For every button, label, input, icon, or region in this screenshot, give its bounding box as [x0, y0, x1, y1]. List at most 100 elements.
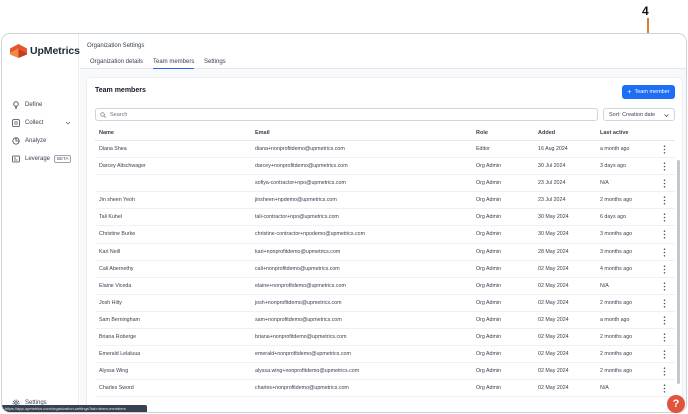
tab-settings[interactable]: Settings	[204, 59, 226, 69]
member-last-active: 4 months ago	[600, 265, 633, 272]
kebab-menu-icon[interactable]	[663, 179, 666, 188]
member-added: 02 May 2024	[538, 351, 569, 358]
sidebar-item-leverage[interactable]: Leverage BETA	[11, 152, 73, 166]
member-added: 02 May 2024	[538, 385, 569, 392]
scrollbar[interactable]	[677, 160, 680, 384]
sidebar-item-label: Collect	[25, 120, 44, 126]
member-added: 16 Aug 2024	[538, 146, 568, 152]
kebab-menu-icon[interactable]	[663, 213, 666, 222]
sidebar-item-label: Define	[25, 102, 43, 108]
member-added: 02 May 2024	[538, 334, 569, 341]
member-added: 30 Jul 2024	[538, 163, 566, 170]
member-role: Org Admin	[476, 282, 502, 289]
table-row[interactable]: Charles Sword charles+nonprofitdemo@upmet…	[95, 380, 675, 398]
member-last-active: N/A	[600, 282, 609, 289]
sidebar-item-define[interactable]: Define	[11, 98, 73, 112]
table-row[interactable]: Jin sheen Yeoh jinsheen+npdemo@upmetrics.…	[95, 192, 675, 210]
chevron-down-icon[interactable]	[65, 120, 71, 126]
table-row[interactable]: Tali Kuhel tali-contractor+npo@upmetrics.…	[95, 209, 675, 227]
team-members-card: Team members + Team member Sort: Creatio…	[86, 77, 683, 412]
table-row[interactable]: Briana Roberge briana+nonprofitdemo@upmet…	[95, 329, 675, 347]
member-email: briana+nonprofitdemo@upmetrics.com	[255, 334, 347, 341]
member-email: diana+nonprofitdemo@upmetrics.com	[255, 146, 345, 152]
member-name: Kari Neill	[99, 248, 121, 255]
table-row[interactable]: Sam Berningham sam+nonprofitdemo@upmetric…	[95, 312, 675, 330]
member-role: Org Admin	[476, 385, 502, 392]
member-name: Elaine Viceda	[99, 282, 132, 289]
member-added: 02 May 2024	[538, 368, 569, 375]
search-input[interactable]	[110, 111, 590, 118]
kebab-menu-icon[interactable]	[663, 265, 666, 274]
kebab-menu-icon[interactable]	[663, 162, 666, 171]
table-header: Name Email Role Added Last active	[95, 126, 675, 141]
member-role: Org Admin	[476, 351, 502, 358]
member-added: 23 Jul 2024	[538, 197, 566, 204]
table-row[interactable]: Alyssa Wing alyssa.wing+nonprofitdemo@upm…	[95, 363, 675, 381]
table-row[interactable]: Kari Neill kari+nonprofitdemo@upmetrics.c…	[95, 244, 675, 261]
member-email: josh+nonprofitdemo@upmetrics.com	[255, 299, 342, 306]
kebab-menu-icon[interactable]	[663, 230, 666, 240]
member-name: Darcey Altschwager	[99, 163, 146, 170]
column-header-role[interactable]: Role	[476, 130, 488, 136]
member-email: kari+nonprofitdemo@upmetrics.com	[255, 248, 341, 255]
member-last-active: 3 months ago	[600, 231, 633, 238]
search-field[interactable]	[95, 108, 598, 121]
table-row[interactable]: Christine Burke christine-contractor+npod…	[95, 226, 675, 244]
table-row[interactable]: sofiya-contractor+npo@upmetrics.com Org A…	[95, 175, 675, 193]
sidebar-item-collect[interactable]: Collect	[11, 116, 73, 130]
team-members-table: Name Email Role Added Last active Diana …	[95, 126, 675, 398]
member-last-active: 2 months ago	[600, 334, 633, 341]
kebab-menu-icon[interactable]	[663, 333, 666, 342]
table-row[interactable]: Emerald Lelaluua emerald+nonprofitdemo@up…	[95, 346, 675, 364]
member-email: tali-contractor+npo@upmetrics.com	[255, 214, 339, 221]
collect-icon	[11, 119, 20, 128]
member-name: Tali Kuhel	[99, 214, 122, 221]
member-added: 30 May 2024	[538, 231, 569, 238]
kebab-menu-icon[interactable]	[663, 299, 666, 308]
member-name: Briana Roberge	[99, 334, 137, 341]
member-email: jinsheen+npdemo@upmetrics.com	[255, 197, 337, 204]
table-row[interactable]: Josh Hilty josh+nonprofitdemo@upmetrics.c…	[95, 295, 675, 312]
page-title: Organization Settings	[87, 43, 145, 49]
member-name: Josh Hilty	[99, 299, 122, 306]
main-content: Organization Settings Organization detai…	[80, 34, 686, 412]
member-email: charles+nonprofitdemo@upmetrics.com	[255, 385, 349, 392]
tab-organization-details[interactable]: Organization details	[90, 59, 143, 69]
kebab-menu-icon[interactable]	[663, 196, 666, 205]
member-last-active: 6 days ago	[600, 214, 626, 221]
member-role: Org Admin	[476, 163, 502, 170]
leverage-icon	[11, 155, 20, 164]
logo-text: UpMetrics	[30, 45, 80, 57]
column-header-added[interactable]: Added	[538, 130, 555, 136]
kebab-menu-icon[interactable]	[663, 350, 666, 359]
member-last-active: 3 months ago	[600, 248, 633, 255]
table-row[interactable]: Elaine Viceda elaine+nonprofitdemo@upmetr…	[95, 278, 675, 295]
column-header-name[interactable]: Name	[99, 130, 114, 136]
table-row[interactable]: Darcey Altschwager darcey+nonprofitdemo@u…	[95, 158, 675, 176]
sort-select[interactable]: Sort: Creation date	[603, 108, 675, 121]
sidebar-item-analyze[interactable]: Analyze	[11, 134, 73, 148]
kebab-menu-icon[interactable]	[663, 316, 666, 325]
member-name: Diana Shea	[99, 146, 127, 152]
kebab-menu-icon[interactable]	[663, 247, 666, 257]
member-email: alyssa.wing+nonprofitdemo@upmetrics.com	[255, 368, 360, 375]
help-button[interactable]: ?	[667, 395, 685, 413]
column-header-email[interactable]: Email	[255, 130, 270, 136]
kebab-menu-icon[interactable]	[663, 384, 666, 393]
logo[interactable]: UpMetrics	[10, 44, 80, 58]
member-role: Org Admin	[476, 368, 502, 375]
search-icon	[100, 111, 106, 118]
table-row[interactable]: Diana Shea diana+nonprofitdemo@upmetrics.…	[95, 141, 675, 159]
table-row[interactable]: Cali Abernethy cali+nonprofitdemo@upmetri…	[95, 261, 675, 278]
column-header-last-active[interactable]: Last active	[600, 130, 628, 136]
member-role: Org Admin	[476, 265, 502, 272]
screen: 4 UpMetrics Define Collect Analyze Lever…	[0, 0, 688, 414]
tab-team-members[interactable]: Team members	[153, 59, 195, 69]
kebab-menu-icon[interactable]	[663, 367, 666, 376]
analyze-icon	[11, 137, 20, 146]
member-last-active: a month ago	[600, 316, 630, 323]
kebab-menu-icon[interactable]	[663, 145, 666, 154]
beta-badge: BETA	[54, 155, 72, 163]
kebab-menu-icon[interactable]	[663, 282, 666, 291]
add-team-member-button[interactable]: + Team member	[622, 85, 675, 99]
